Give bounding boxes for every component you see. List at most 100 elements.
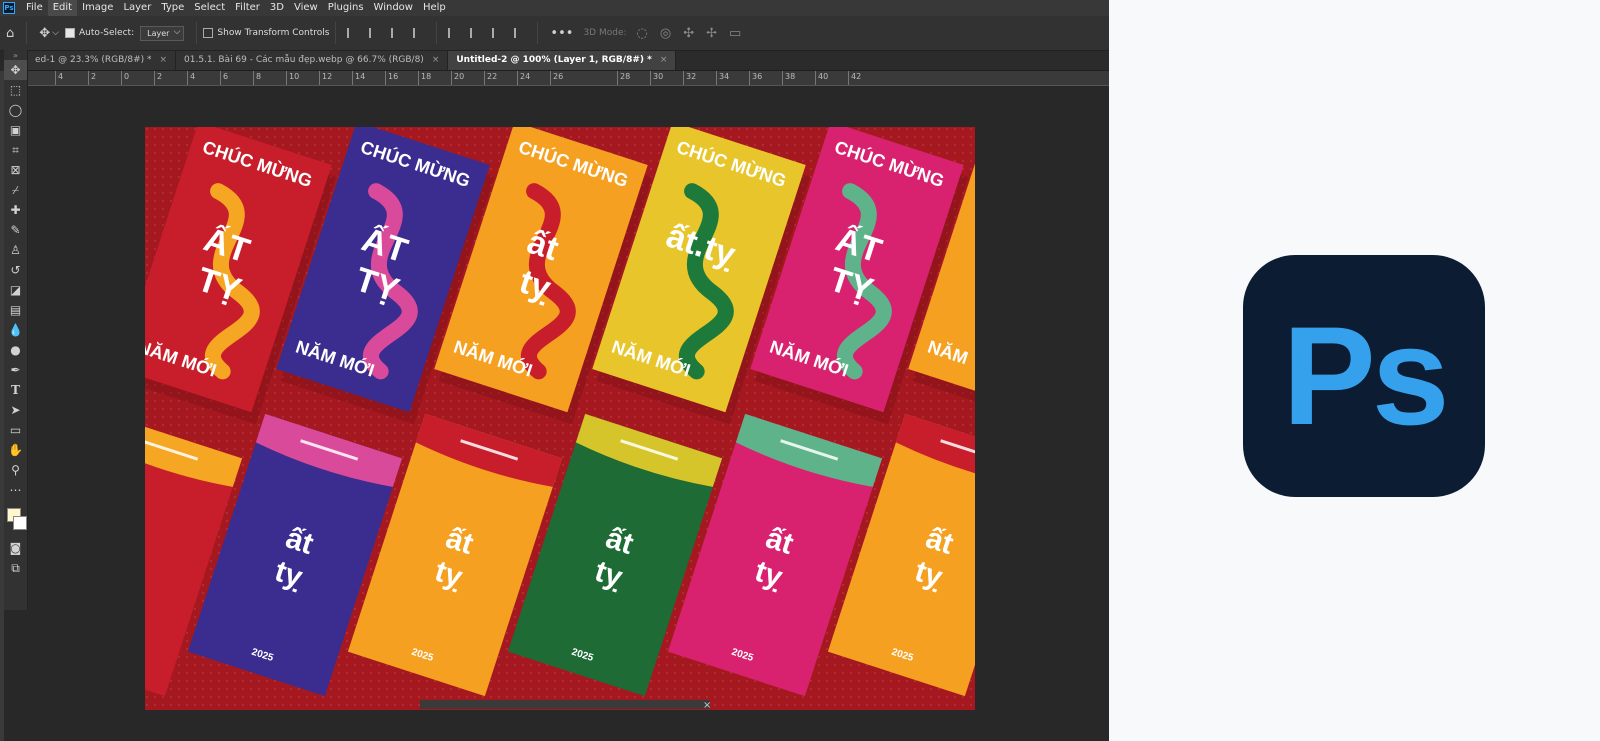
document-canvas[interactable]: CHÚC MỪNG ẤT TỴ NĂM MỚI CHÚC MỪNG ẤT TỴ NĂM MỚI… — [145, 127, 975, 710]
chevron-down-icon[interactable]: ⌵ — [52, 28, 59, 38]
ruler-tick: 12 — [319, 71, 332, 85]
menu-plugins[interactable]: Plugins — [323, 0, 369, 16]
show-transform-checkbox[interactable] — [203, 28, 214, 38]
camera-3d-icon[interactable]: ▭ — [729, 26, 741, 41]
photoshop-logo-text: Ps — [1282, 297, 1449, 454]
ruler-tick: 4 — [55, 71, 63, 85]
ruler-tick: 2 — [88, 71, 96, 85]
collapse-panel-icon[interactable]: » — [4, 50, 27, 60]
ruler-tick: 34 — [716, 71, 729, 85]
menu-window[interactable]: Window — [369, 0, 418, 16]
align-bottom-icon[interactable] — [492, 28, 504, 38]
menu-image[interactable]: Image — [77, 0, 118, 16]
blur-tool-icon[interactable]: 💧 — [4, 320, 27, 340]
edit-toolbar-icon[interactable]: ⋯ — [4, 480, 27, 500]
divider — [436, 22, 438, 44]
menu-type[interactable]: Type — [156, 0, 189, 16]
distribute-horizontal-icon[interactable] — [514, 28, 526, 38]
tools-panel: » ✥ ⬚ ◯ ▣ ⌗ ⊠ ⌿ ✚ ✎ ♙ ↺ ◪ ▤ 💧 ● ✒ T ➤ ▭ … — [4, 50, 28, 610]
marquee-tool-icon[interactable]: ⬚ — [4, 80, 27, 100]
dodge-tool-icon[interactable]: ● — [4, 340, 27, 360]
divider — [196, 22, 198, 44]
menu-help[interactable]: Help — [418, 0, 451, 16]
home-icon[interactable]: ⌂ — [6, 26, 14, 41]
auto-select-dropdown[interactable]: Layer — [140, 25, 185, 41]
more-options-icon[interactable]: ••• — [550, 26, 573, 41]
type-tool-icon[interactable]: T — [4, 380, 27, 400]
object-selection-tool-icon[interactable]: ▣ — [4, 120, 27, 140]
ruler-tick: 0 — [121, 71, 129, 85]
close-icon[interactable]: × — [703, 700, 711, 711]
screen-mode-icon[interactable]: ⧉ — [4, 558, 27, 578]
ruler-tick: 32 — [683, 71, 696, 85]
orbit-3d-icon[interactable]: ◌ — [637, 26, 648, 41]
hand-tool-icon[interactable]: ✋ — [4, 440, 27, 460]
align-top-icon[interactable] — [448, 28, 460, 38]
ruler-tick: 42 — [848, 71, 861, 85]
healing-brush-tool-icon[interactable]: ✚ — [4, 200, 27, 220]
move-tool-icon[interactable]: ✥ — [4, 60, 27, 80]
frame-tool-icon[interactable]: ⊠ — [4, 160, 27, 180]
align-center-icon[interactable] — [369, 28, 381, 38]
menu-filter[interactable]: Filter — [230, 0, 265, 16]
ruler-tick: 40 — [815, 71, 828, 85]
horizontal-scrollbar[interactable] — [420, 700, 710, 709]
ruler-tick: 18 — [418, 71, 431, 85]
horizontal-ruler: 4 2 0 2 4 6 8 10 12 14 16 18 20 22 24 26… — [27, 71, 1109, 86]
slide-3d-icon[interactable]: ✢ — [706, 26, 717, 41]
brush-tool-icon[interactable]: ✎ — [4, 220, 27, 240]
menu-edit[interactable]: Edit — [47, 0, 78, 16]
photoshop-window: Ps File Edit Image Layer Type Select Fil… — [0, 0, 1109, 741]
lasso-tool-icon[interactable]: ◯ — [4, 100, 27, 120]
show-transform-label: Show Transform Controls — [217, 28, 330, 38]
close-icon[interactable]: × — [660, 51, 668, 70]
ruler-tick: 6 — [220, 71, 228, 85]
menu-file[interactable]: File — [21, 0, 48, 16]
ruler-tick: 38 — [782, 71, 795, 85]
eraser-tool-icon[interactable]: ◪ — [4, 280, 27, 300]
crop-tool-icon[interactable]: ⌗ — [4, 140, 27, 160]
ruler-tick: 26 — [550, 71, 563, 85]
envelope-artwork: CHÚC MỪNGẤTTỴNĂM MỚICHÚC MỪNGẤTTỴNĂM MỚI… — [145, 127, 975, 710]
move-tool-preset-icon[interactable]: ✥ — [39, 26, 50, 41]
ruler-tick: 10 — [286, 71, 299, 85]
color-swatches — [4, 504, 27, 538]
background-color-swatch[interactable] — [13, 516, 27, 530]
history-brush-tool-icon[interactable]: ↺ — [4, 260, 27, 280]
tab-label: ed-1 @ 23.3% (RGB/8#) * — [35, 55, 152, 65]
align-left-icon[interactable] — [347, 28, 359, 38]
drag-3d-icon[interactable]: ✣ — [683, 26, 694, 41]
align-middle-icon[interactable] — [470, 28, 482, 38]
align-right-icon[interactable] — [391, 28, 403, 38]
menu-view[interactable]: View — [289, 0, 323, 16]
tab-document-1[interactable]: ed-1 @ 23.3% (RGB/8#) * × — [27, 51, 177, 70]
gradient-tool-icon[interactable]: ▤ — [4, 300, 27, 320]
options-bar: ⌂ ✥ ⌵ Auto-Select: Layer Show Transform … — [0, 16, 1109, 51]
zoom-tool-icon[interactable]: ⚲ — [4, 460, 27, 480]
tab-document-2[interactable]: 01.5.1. Bài 69 - Các mẫu đẹp.webp @ 66.7… — [176, 51, 449, 70]
photoshop-logo-icon: Ps — [3, 2, 15, 14]
distribute-vertical-icon[interactable] — [413, 28, 425, 38]
roll-3d-icon[interactable]: ◎ — [660, 26, 671, 41]
document-tabs: ed-1 @ 23.3% (RGB/8#) * × 01.5.1. Bài 69… — [27, 51, 1109, 71]
eyedropper-tool-icon[interactable]: ⌿ — [4, 180, 27, 200]
close-icon[interactable]: × — [432, 51, 440, 70]
ruler-tick: 4 — [187, 71, 195, 85]
tab-label: Untitled-2 @ 100% (Layer 1, RGB/8#) * — [456, 55, 652, 65]
quick-mask-icon[interactable]: ◙ — [4, 538, 27, 558]
clone-stamp-tool-icon[interactable]: ♙ — [4, 240, 27, 260]
rectangle-tool-icon[interactable]: ▭ — [4, 420, 27, 440]
ruler-tick: 16 — [385, 71, 398, 85]
close-icon[interactable]: × — [159, 51, 167, 70]
ruler-tick: 2 — [154, 71, 162, 85]
ruler-tick: 28 — [617, 71, 630, 85]
3d-mode-label: 3D Mode: — [583, 28, 627, 38]
menu-layer[interactable]: Layer — [118, 0, 156, 16]
menu-select[interactable]: Select — [189, 0, 230, 16]
ruler-tick: 14 — [352, 71, 365, 85]
tab-document-3[interactable]: Untitled-2 @ 100% (Layer 1, RGB/8#) * × — [448, 51, 677, 70]
menu-3d[interactable]: 3D — [265, 0, 289, 16]
pen-tool-icon[interactable]: ✒ — [4, 360, 27, 380]
path-selection-tool-icon[interactable]: ➤ — [4, 400, 27, 420]
auto-select-checkbox[interactable] — [65, 28, 75, 38]
